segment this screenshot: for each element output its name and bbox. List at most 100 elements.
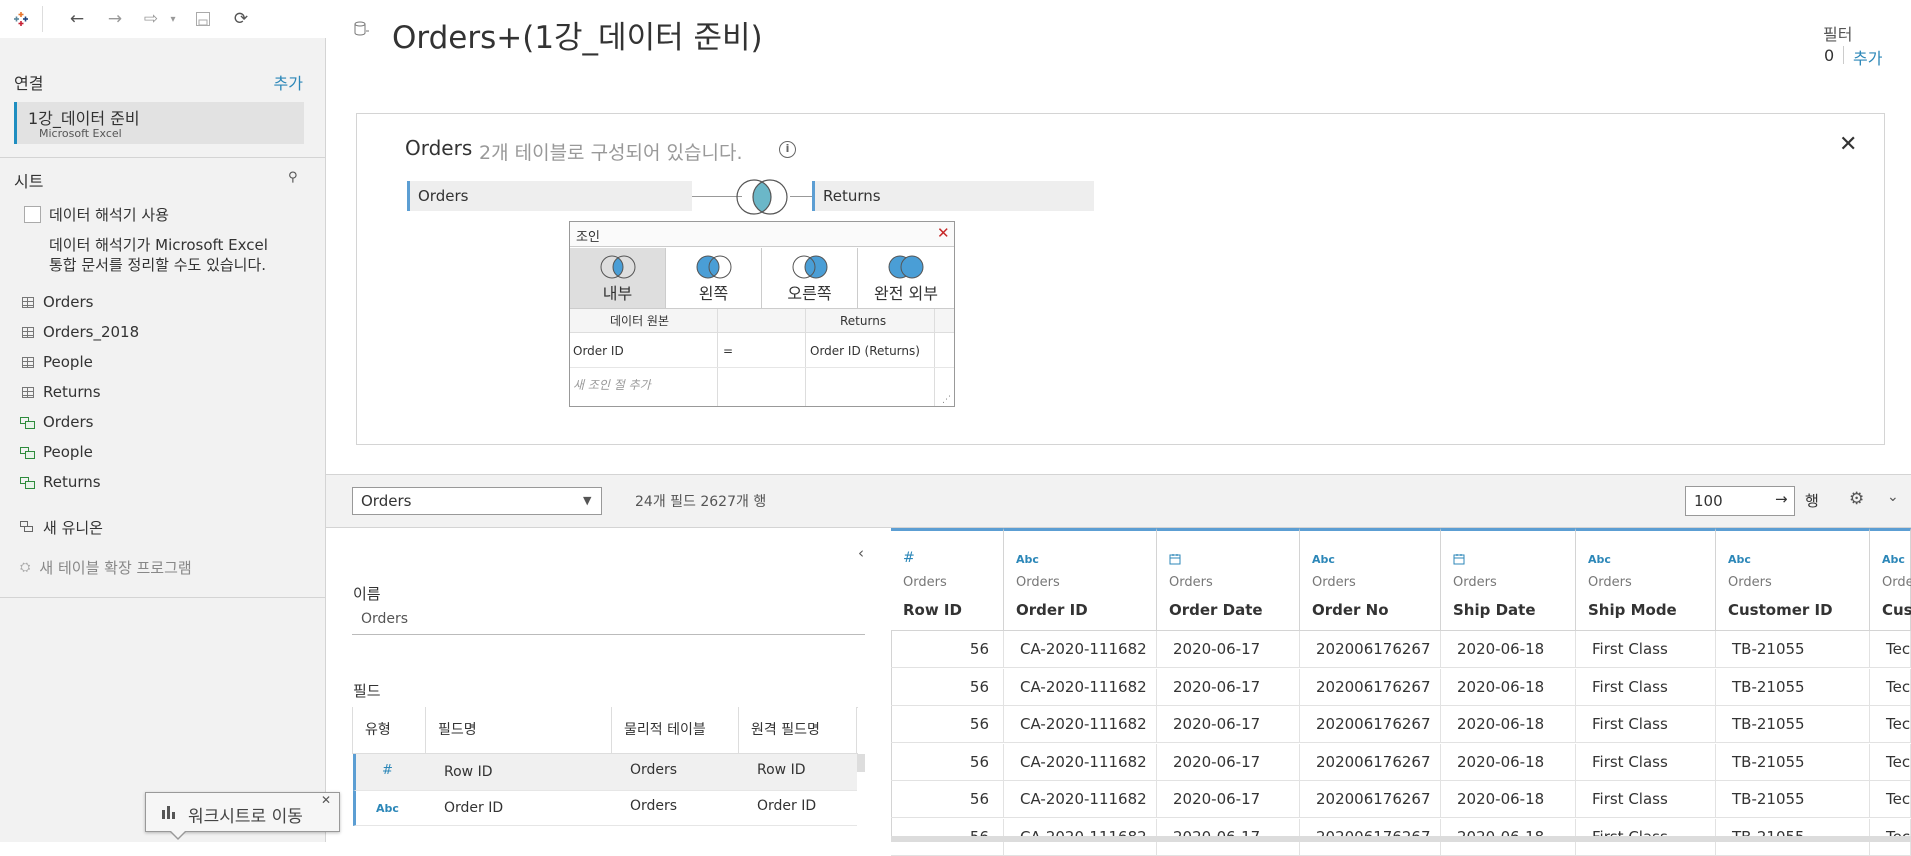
new-union-item[interactable]: 새 유니온 [20, 515, 103, 539]
metadata-scrollbar[interactable] [857, 754, 865, 772]
grid-cell[interactable]: 202006176267 [1300, 668, 1441, 706]
fields-header-remote[interactable]: 원격 필드명 [739, 707, 857, 753]
fields-header-table[interactable]: 물리적 테이블 [612, 707, 739, 753]
grid-column-header[interactable]: Orders Ship Date [1441, 528, 1576, 630]
grid-cell[interactable]: TB-21055 [1716, 706, 1870, 743]
rows-input[interactable]: 100 → [1685, 486, 1795, 516]
join-type-right[interactable]: 오른쪽 [762, 248, 858, 308]
add-join-clause[interactable]: 새 조인 절 추가 [573, 370, 651, 400]
grid-cell[interactable]: First Class [1576, 668, 1716, 706]
grid-cell[interactable]: CA-2020-111682 [1004, 743, 1157, 781]
field-row[interactable]: Abc Order ID Orders Order ID [353, 791, 857, 826]
grid-column-name[interactable]: Cus [1882, 601, 1911, 619]
grid-cell[interactable]: 2020-06-17 [1157, 743, 1300, 781]
inner-join-venn-icon[interactable] [729, 178, 795, 216]
field-row[interactable]: # Row ID Orders Row ID [353, 754, 857, 791]
table-select[interactable]: Orders ▼ [352, 487, 602, 515]
sheet-people[interactable]: People [22, 350, 93, 374]
string-type-icon[interactable]: Abc [1588, 553, 1611, 566]
grid-column-name[interactable]: Order ID [1016, 601, 1088, 619]
grid-column-name[interactable]: Row ID [903, 601, 962, 619]
named-range-returns[interactable]: Returns [20, 470, 101, 494]
grid-cell[interactable]: Tec [1870, 781, 1911, 818]
close-icon[interactable]: ✕ [1839, 132, 1857, 157]
grid-cell[interactable]: 2020-06-17 [1157, 668, 1300, 706]
save-icon[interactable] [192, 8, 214, 30]
named-range-orders[interactable]: Orders [20, 410, 93, 434]
collapse-panel-icon[interactable]: ‹ [858, 544, 864, 562]
grid-column-name[interactable]: Ship Date [1453, 601, 1536, 619]
grid-cell[interactable]: Tec [1870, 668, 1911, 706]
gear-icon[interactable]: ⚙ [1849, 489, 1864, 509]
info-icon[interactable]: i [779, 141, 796, 158]
grid-column-header[interactable]: Abc Orders Customer ID [1716, 528, 1870, 630]
grid-column-header[interactable]: Abc Orders Ship Mode [1576, 528, 1716, 630]
new-table-extension-item[interactable]: ⛭ 새 테이블 확장 프로그램 [20, 555, 192, 579]
resize-handle-icon[interactable]: ⋰ [942, 395, 951, 405]
field-name[interactable]: Row ID [444, 764, 492, 780]
redo-icon[interactable]: ⇨ [140, 8, 162, 30]
forward-arrow-icon[interactable]: → [104, 8, 126, 30]
grid-cell[interactable]: TB-21055 [1716, 781, 1870, 818]
left-table-orders[interactable]: Orders [407, 181, 692, 211]
add-connection-link[interactable]: 추가 [274, 70, 303, 94]
grid-column-name[interactable]: Order No [1312, 601, 1389, 619]
go-to-worksheet-tooltip[interactable]: 워크시트로 이동 ✕ [145, 792, 340, 832]
grid-column-header[interactable]: Abc Orders Order ID [1004, 528, 1157, 630]
grid-column-header[interactable]: Abc Orde Cus [1870, 528, 1911, 630]
string-type-icon[interactable]: Abc [1016, 553, 1039, 566]
filters-add-link[interactable]: 추가 [1853, 45, 1882, 69]
grid-column-header[interactable]: Orders Order Date [1157, 528, 1300, 630]
join-type-left[interactable]: 왼쪽 [666, 248, 762, 308]
grid-cell[interactable]: First Class [1576, 706, 1716, 743]
join-clause-operator[interactable]: = [723, 336, 733, 366]
refresh-icon[interactable]: ⟳ [230, 8, 252, 30]
name-value[interactable]: Orders [361, 611, 408, 627]
field-name[interactable]: Order ID [444, 800, 503, 816]
join-clause-right-field[interactable]: Order ID (Returns) [810, 336, 920, 366]
grid-horizontal-scrollbar[interactable] [891, 836, 1911, 842]
grid-cell[interactable]: First Class [1576, 781, 1716, 818]
grid-cell[interactable]: CA-2020-111682 [1004, 781, 1157, 818]
grid-cell[interactable]: TB-21055 [1716, 631, 1870, 668]
grid-cell[interactable]: 2020-06-18 [1441, 706, 1576, 743]
chevron-down-icon[interactable]: ▾ [168, 8, 178, 30]
grid-cell[interactable]: First Class [1576, 743, 1716, 781]
grid-cell[interactable]: 56 [891, 631, 1004, 668]
sheet-orders[interactable]: Orders [22, 290, 93, 314]
grid-cell[interactable]: 56 [891, 781, 1004, 818]
sheet-orders-2018[interactable]: Orders_2018 [22, 320, 139, 344]
string-type-icon[interactable]: Abc [1312, 553, 1335, 566]
grid-cell[interactable]: 2020-06-18 [1441, 631, 1576, 668]
grid-column-name[interactable]: Customer ID [1728, 601, 1833, 619]
grid-cell[interactable]: TB-21055 [1716, 743, 1870, 781]
connection-item[interactable]: 1강_데이터 준비 Microsoft Excel [14, 102, 304, 144]
grid-cell[interactable]: 2020-06-17 [1157, 631, 1300, 668]
grid-column-name[interactable]: Ship Mode [1588, 601, 1677, 619]
grid-cell[interactable]: 2020-06-17 [1157, 781, 1300, 818]
grid-cell[interactable]: CA-2020-111682 [1004, 668, 1157, 706]
grid-cell[interactable]: Tec [1870, 743, 1911, 781]
date-type-icon[interactable] [1169, 553, 1181, 568]
number-type-icon[interactable]: # [903, 550, 915, 566]
arrow-right-icon[interactable]: → [1775, 490, 1788, 508]
back-arrow-icon[interactable]: ← [66, 8, 88, 30]
grid-cell[interactable]: 2020-06-18 [1441, 743, 1576, 781]
right-table-returns[interactable]: Returns [812, 181, 1094, 211]
interpreter-checkbox[interactable] [24, 206, 41, 223]
grid-cell[interactable]: Tec [1870, 706, 1911, 743]
join-clause-left-field[interactable]: Order ID [573, 336, 624, 366]
join-dialog-close-icon[interactable]: ✕ [937, 224, 950, 242]
string-type-icon[interactable]: Abc [1882, 553, 1905, 566]
logical-table-name[interactable]: Orders [405, 136, 472, 160]
grid-cell[interactable]: 2020-06-17 [1157, 706, 1300, 743]
grid-cell[interactable]: CA-2020-111682 [1004, 631, 1157, 668]
grid-cell[interactable]: 56 [891, 668, 1004, 706]
close-icon[interactable]: ✕ [321, 793, 331, 807]
grid-cell[interactable]: 2020-06-18 [1441, 781, 1576, 818]
chevron-down-icon[interactable]: ⌄ [1887, 489, 1899, 505]
join-type-inner[interactable]: 내부 [570, 248, 666, 308]
grid-column-name[interactable]: Order Date [1169, 601, 1263, 619]
grid-column-header[interactable]: Abc Orders Order No [1300, 528, 1441, 630]
grid-cell[interactable]: 202006176267 [1300, 743, 1441, 781]
